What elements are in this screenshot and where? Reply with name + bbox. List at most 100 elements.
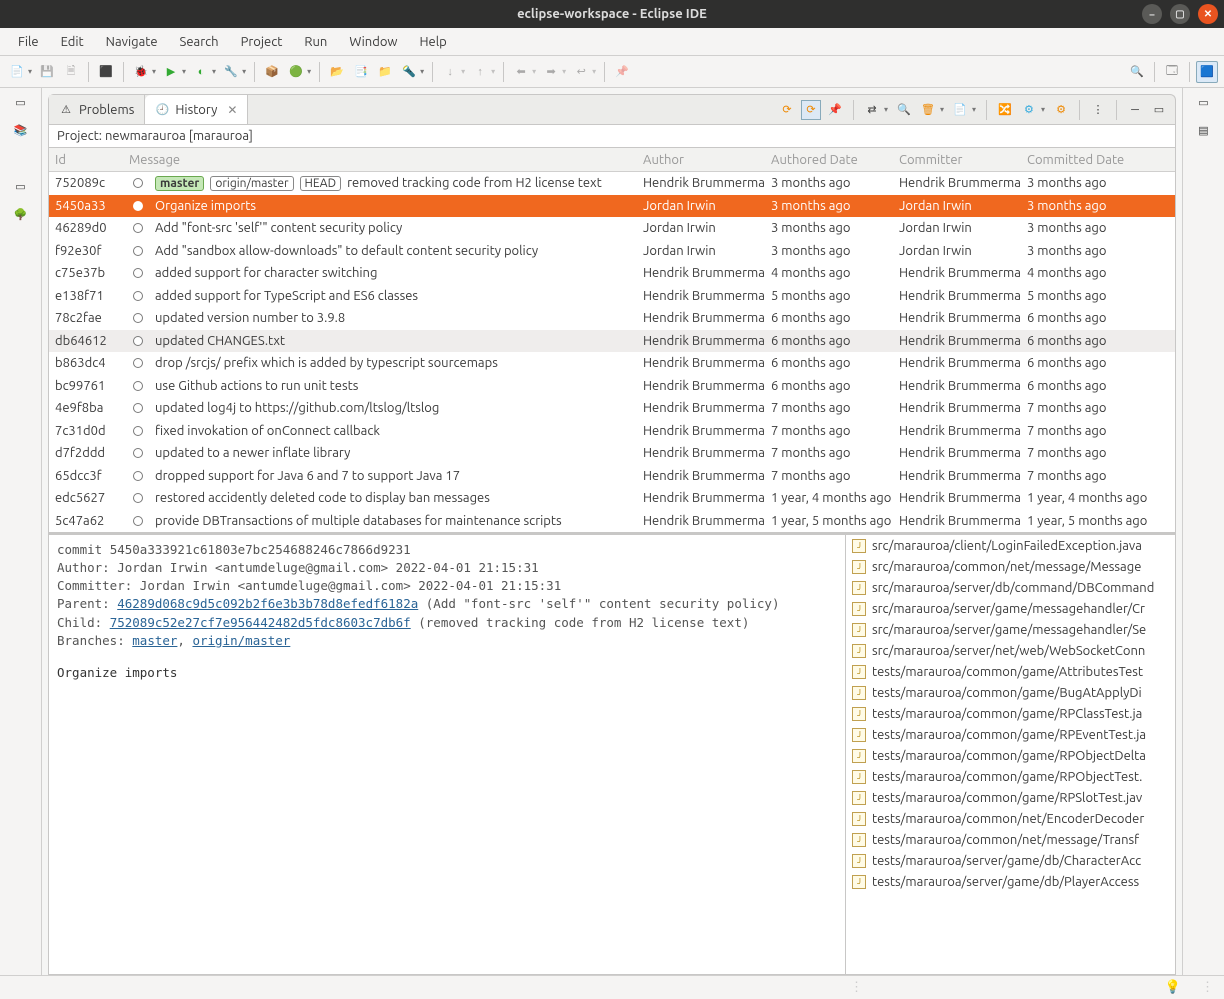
file-row[interactable]: Jsrc/marauroa/common/net/message/Message xyxy=(846,556,1175,577)
prev-annotation-icon[interactable]: ↑ xyxy=(469,61,491,83)
menu-search[interactable]: Search xyxy=(170,31,229,53)
additional-refs-icon[interactable]: ⚙ xyxy=(1019,100,1039,120)
minimize-icon[interactable]: ─ xyxy=(1125,100,1145,120)
last-edit-icon[interactable]: ↩ xyxy=(570,61,592,83)
menu-window[interactable]: Window xyxy=(339,31,407,53)
file-row[interactable]: Jtests/marauroa/common/game/AttributesTe… xyxy=(846,661,1175,682)
tab-history[interactable]: 🕘 History ✕ xyxy=(145,95,248,124)
file-row[interactable]: Jsrc/marauroa/client/LoginFailedExceptio… xyxy=(846,535,1175,556)
open-task-icon[interactable]: 📑 xyxy=(350,61,372,83)
dropdown-icon[interactable]: ▾ xyxy=(307,67,313,76)
dropdown-icon[interactable]: ▾ xyxy=(884,105,890,114)
type-hierarchy-icon[interactable]: 🌳 xyxy=(11,204,31,224)
external-tools-icon[interactable]: 🔧 xyxy=(220,61,242,83)
file-row[interactable]: Jtests/marauroa/common/game/RPEventTest.… xyxy=(846,724,1175,745)
commit-row[interactable]: 5c47a62provide DBTransactions of multipl… xyxy=(49,510,1175,533)
dropdown-icon[interactable]: ▾ xyxy=(420,67,426,76)
dropdown-icon[interactable]: ▾ xyxy=(242,67,248,76)
new-icon[interactable]: 📄 xyxy=(6,61,28,83)
format-icon[interactable]: 📄 xyxy=(950,100,970,120)
parent-link[interactable]: 46289d068c9d5c092b2f6e3b3b78d8efedf6182a xyxy=(117,596,418,611)
dropdown-icon[interactable]: ▾ xyxy=(28,67,34,76)
java-perspective-icon[interactable]: 🟦 xyxy=(1196,61,1218,83)
dropdown-icon[interactable]: ▾ xyxy=(461,67,467,76)
run-icon[interactable]: ▶ xyxy=(160,61,182,83)
branch-link[interactable]: master xyxy=(132,633,177,648)
view-menu-icon[interactable]: ⋮ xyxy=(1088,100,1108,120)
pin-icon[interactable]: 📌 xyxy=(825,100,845,120)
col-author[interactable]: Author xyxy=(637,151,765,169)
save-icon[interactable]: 💾 xyxy=(36,61,58,83)
file-row[interactable]: Jtests/marauroa/common/game/RPObjectDelt… xyxy=(846,745,1175,766)
search-icon[interactable]: 🔦 xyxy=(398,61,420,83)
restore-view-icon[interactable]: ▭ xyxy=(11,176,31,196)
restore-view-icon[interactable]: ▭ xyxy=(11,92,31,112)
dropdown-icon[interactable]: ▾ xyxy=(152,67,158,76)
menu-edit[interactable]: Edit xyxy=(51,31,94,53)
back-icon[interactable]: ⬅ xyxy=(510,61,532,83)
commit-row[interactable]: 4e9f8baupdated log4j to https://github.c… xyxy=(49,397,1175,420)
terminate-icon[interactable]: ⬛ xyxy=(95,61,117,83)
search-access-icon[interactable]: 🔍 xyxy=(1126,61,1148,83)
file-row[interactable]: Jsrc/marauroa/server/game/messagehandler… xyxy=(846,619,1175,640)
file-row[interactable]: Jtests/marauroa/common/game/RPSlotTest.j… xyxy=(846,787,1175,808)
outline-icon[interactable]: ▤ xyxy=(1194,120,1214,140)
child-link[interactable]: 752089c52e27cf7e956442482d5fdc8603c7db6f xyxy=(110,615,411,630)
pin-icon[interactable]: 📌 xyxy=(611,61,633,83)
save-all-icon[interactable]: 🗎 xyxy=(60,61,82,83)
coverage-icon[interactable]: ◐ xyxy=(190,61,212,83)
dropdown-icon[interactable]: ▾ xyxy=(972,105,978,114)
commit-row[interactable]: 65dcc3fdropped support for Java 6 and 7 … xyxy=(49,465,1175,488)
file-row[interactable]: Jtests/marauroa/common/net/EncoderDecode… xyxy=(846,808,1175,829)
file-row[interactable]: Jtests/marauroa/common/net/message/Trans… xyxy=(846,829,1175,850)
menu-help[interactable]: Help xyxy=(410,31,457,53)
show-all-icon[interactable]: ⚙ xyxy=(1051,100,1071,120)
dropdown-icon[interactable]: ▾ xyxy=(182,67,188,76)
col-authored-date[interactable]: Authored Date xyxy=(765,151,893,169)
maximize-button[interactable]: ▢ xyxy=(1170,4,1190,24)
filter-icon[interactable]: 🗑 xyxy=(918,100,938,120)
file-row[interactable]: Jtests/marauroa/common/game/RPClassTest.… xyxy=(846,703,1175,724)
new-package-icon[interactable]: 📦 xyxy=(261,61,283,83)
next-annotation-icon[interactable]: ↓ xyxy=(439,61,461,83)
commit-row[interactable]: bc99761use Github actions to run unit te… xyxy=(49,375,1175,398)
commit-row[interactable]: 46289d0Add "font-src 'self'" content sec… xyxy=(49,217,1175,240)
file-row[interactable]: Jtests/marauroa/common/game/BugAtApplyDi xyxy=(846,682,1175,703)
debug-icon[interactable]: 🐞 xyxy=(130,61,152,83)
file-row[interactable]: Jsrc/marauroa/server/db/command/DBComman… xyxy=(846,577,1175,598)
branches-icon[interactable]: 🔀 xyxy=(995,100,1015,120)
new-class-icon[interactable]: 🟢 xyxy=(285,61,307,83)
commit-row[interactable]: 7c31d0dfixed invokation of onConnect cal… xyxy=(49,420,1175,443)
find-icon[interactable]: 🔍 xyxy=(894,100,914,120)
file-row[interactable]: Jsrc/marauroa/server/net/web/WebSocketCo… xyxy=(846,640,1175,661)
tip-icon[interactable]: 💡 xyxy=(1165,980,1181,995)
package-explorer-icon[interactable]: 📚 xyxy=(11,120,31,140)
commit-row[interactable]: 5450a33Organize importsJordan Irwin3 mon… xyxy=(49,195,1175,218)
commit-row[interactable]: edc5627restored accidently deleted code … xyxy=(49,487,1175,510)
menu-navigate[interactable]: Navigate xyxy=(96,31,168,53)
file-row[interactable]: Jtests/marauroa/common/game/RPObjectTest… xyxy=(846,766,1175,787)
close-button[interactable]: ✕ xyxy=(1198,4,1218,24)
menu-file[interactable]: File xyxy=(8,31,49,53)
compare-mode-icon[interactable]: ⇄ xyxy=(862,100,882,120)
commit-row[interactable]: e138f71added support for TypeScript and … xyxy=(49,285,1175,308)
col-message[interactable]: Message xyxy=(123,151,637,169)
col-id[interactable]: Id xyxy=(49,151,123,169)
dropdown-icon[interactable]: ▾ xyxy=(491,67,497,76)
menu-run[interactable]: Run xyxy=(294,31,337,53)
refresh-icon[interactable]: ⟳ xyxy=(777,100,797,120)
file-row[interactable]: Jtests/marauroa/server/game/db/PlayerAcc… xyxy=(846,871,1175,892)
file-row[interactable]: Jsrc/marauroa/server/game/messagehandler… xyxy=(846,598,1175,619)
col-committed-date[interactable]: Committed Date xyxy=(1021,151,1149,169)
menu-project[interactable]: Project xyxy=(231,31,293,53)
commit-row[interactable]: b863dc4drop /srcjs/ prefix which is adde… xyxy=(49,352,1175,375)
file-row[interactable]: Jtests/marauroa/server/game/db/Character… xyxy=(846,850,1175,871)
dropdown-icon[interactable]: ▾ xyxy=(592,67,598,76)
dropdown-icon[interactable]: ▾ xyxy=(212,67,218,76)
close-icon[interactable]: ✕ xyxy=(227,103,237,117)
commit-row[interactable]: 78c2faeupdated version number to 3.9.8He… xyxy=(49,307,1175,330)
commit-row[interactable]: d7f2dddupdated to a newer inflate librar… xyxy=(49,442,1175,465)
dropdown-icon[interactable]: ▾ xyxy=(562,67,568,76)
open-type-icon[interactable]: 📂 xyxy=(326,61,348,83)
dropdown-icon[interactable]: ▾ xyxy=(940,105,946,114)
